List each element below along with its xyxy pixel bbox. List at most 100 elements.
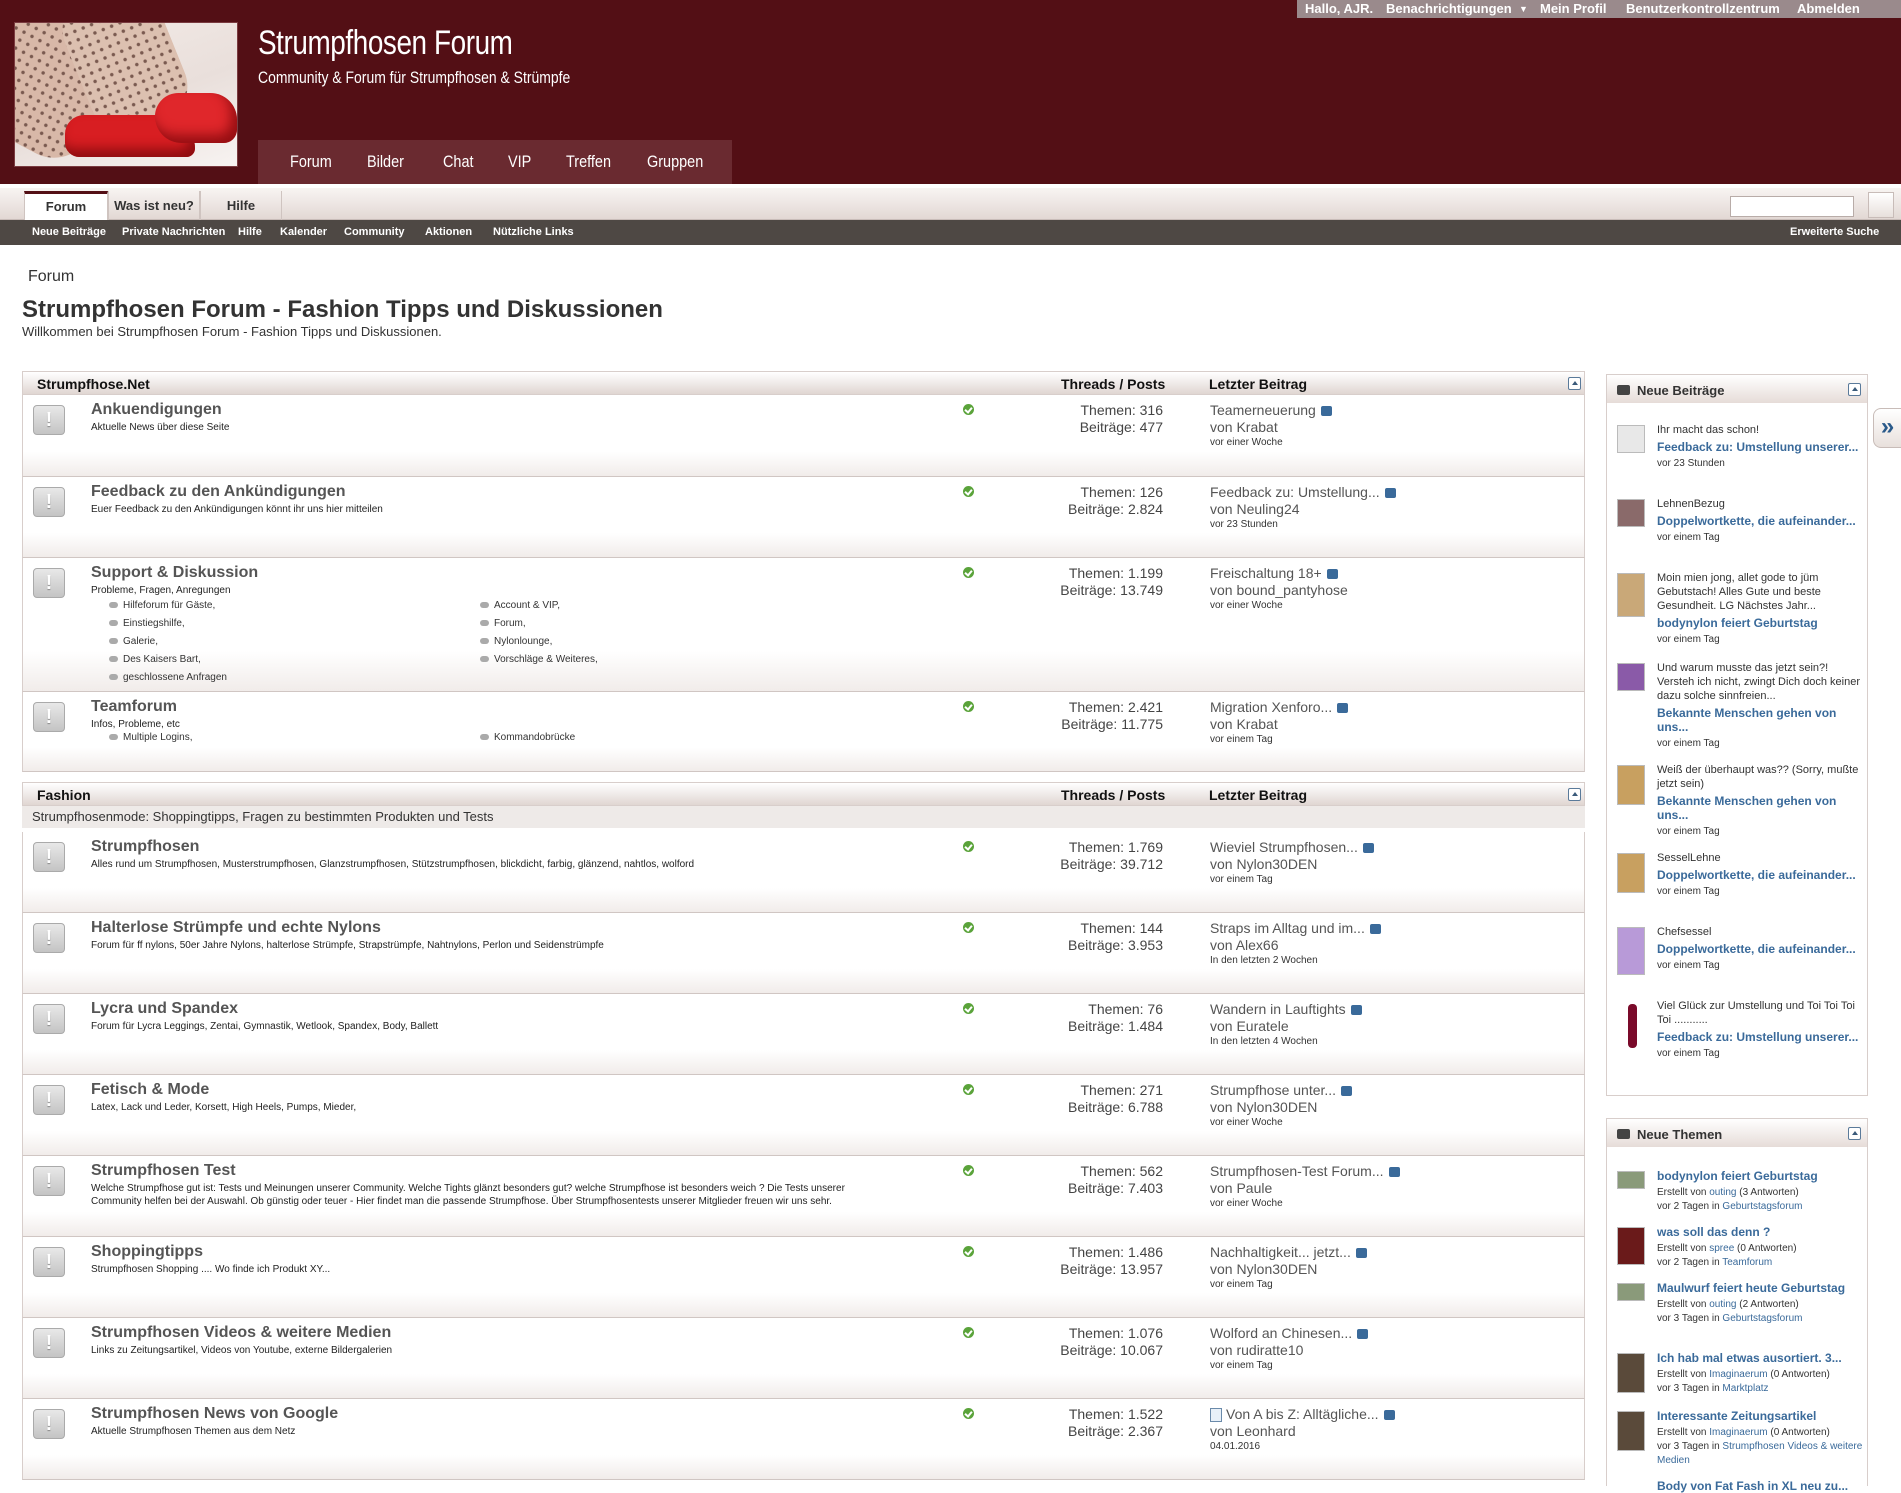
thread-author[interactable]: outing xyxy=(1709,1187,1736,1198)
subforum-link[interactable]: Des Kaisers Bart, xyxy=(109,654,201,665)
last-post-link[interactable]: Von A bis Z: Alltägliche... xyxy=(1226,1406,1379,1422)
site-logo[interactable] xyxy=(14,22,238,167)
forum-title[interactable]: Strumpfhosen News von Google xyxy=(91,1405,338,1423)
avatar[interactable] xyxy=(1617,573,1645,617)
forum-title[interactable]: Fetisch & Mode xyxy=(91,1081,209,1099)
thread-link[interactable]: Doppelwortkette, die aufeinander... xyxy=(1657,942,1865,956)
thread-author[interactable]: Imaginaerum xyxy=(1709,1427,1767,1438)
last-post-author[interactable]: von Euratele xyxy=(1210,1018,1289,1034)
jump-to-post-icon[interactable] xyxy=(1341,1086,1353,1097)
last-post-link[interactable]: Straps im Alltag und im... xyxy=(1210,920,1365,936)
subforum-link[interactable]: Vorschläge & Weiteres, xyxy=(480,654,598,665)
advanced-search-link[interactable]: Erweiterte Suche xyxy=(1790,226,1879,238)
thread-forum[interactable]: Geburtstagsforum xyxy=(1722,1201,1802,1212)
collapse-icon[interactable] xyxy=(1568,788,1581,801)
forum-title[interactable]: Strumpfhosen Test xyxy=(91,1162,236,1180)
avatar[interactable] xyxy=(1617,425,1645,453)
last-post-author[interactable]: von Neuling24 xyxy=(1210,501,1300,517)
avatar[interactable] xyxy=(1617,663,1645,691)
control-panel-link[interactable]: Benutzerkontrollzentrum xyxy=(1626,1,1780,16)
avatar[interactable] xyxy=(1617,765,1645,805)
avatar[interactable] xyxy=(1617,499,1645,527)
avatar[interactable] xyxy=(1617,1001,1645,1049)
avatar[interactable] xyxy=(1617,1227,1645,1265)
thread-link[interactable]: bodynylon feiert Geburtstag xyxy=(1657,616,1865,630)
jump-to-post-icon[interactable] xyxy=(1388,1167,1400,1178)
thread-link[interactable]: Bekannte Menschen gehen von uns... xyxy=(1657,706,1865,734)
thread-link[interactable]: was soll das denn ? xyxy=(1657,1225,1865,1239)
thread-author[interactable]: Imaginaerum xyxy=(1709,1369,1767,1380)
jump-to-post-icon[interactable] xyxy=(1362,843,1374,854)
site-title[interactable]: Strumpfhosen Forum xyxy=(258,24,513,63)
category-name[interactable]: Fashion xyxy=(37,787,91,803)
thread-link[interactable]: Doppelwortkette, die aufeinander... xyxy=(1657,514,1865,528)
subforum-link[interactable]: Hilfeforum für Gäste, xyxy=(109,600,215,611)
subnav-useful-links[interactable]: Nützliche Links xyxy=(493,226,574,238)
subforum-link[interactable]: Nylonlounge, xyxy=(480,636,552,647)
forum-title[interactable]: Teamforum xyxy=(91,698,177,716)
forum-title[interactable]: Shoppingtipps xyxy=(91,1243,203,1261)
avatar[interactable] xyxy=(1617,1411,1645,1451)
forum-title[interactable]: Halterlose Strümpfe und echte Nylons xyxy=(91,919,381,937)
subnav-new-posts[interactable]: Neue Beiträge xyxy=(32,226,106,238)
profile-link[interactable]: Mein Profil xyxy=(1540,1,1606,16)
subforum-link[interactable]: geschlossene Anfragen xyxy=(109,672,227,683)
subnav-calendar[interactable]: Kalender xyxy=(280,226,327,238)
thread-forum[interactable]: Teamforum xyxy=(1722,1257,1772,1268)
last-post-author[interactable]: von rudiratte10 xyxy=(1210,1342,1303,1358)
topnav-chat[interactable]: Chat xyxy=(443,152,474,172)
last-post-link[interactable]: Feedback zu: Umstellung... xyxy=(1210,484,1380,500)
avatar[interactable] xyxy=(1617,927,1645,975)
subforum-link[interactable]: Einstiegshilfe, xyxy=(109,618,185,629)
avatar[interactable] xyxy=(1617,1171,1645,1189)
last-post-link[interactable]: Freischaltung 18+ xyxy=(1210,565,1322,581)
forum-title[interactable]: Feedback zu den Ankündigungen xyxy=(91,483,346,501)
subforum-link[interactable]: Forum, xyxy=(480,618,526,629)
last-post-author[interactable]: von Nylon30DEN xyxy=(1210,856,1317,872)
search-input[interactable] xyxy=(1730,196,1854,217)
topnav-gruppen[interactable]: Gruppen xyxy=(647,152,703,172)
jump-to-post-icon[interactable] xyxy=(1326,569,1338,580)
thread-link[interactable]: bodynylon feiert Geburtstag xyxy=(1657,1169,1865,1183)
last-post-link[interactable]: Strumpfhosen-Test Forum... xyxy=(1210,1163,1384,1179)
last-post-link[interactable]: Teamerneuerung xyxy=(1210,402,1316,418)
breadcrumb[interactable]: Forum xyxy=(28,268,74,286)
jump-to-post-icon[interactable] xyxy=(1383,1410,1395,1421)
jump-to-post-icon[interactable] xyxy=(1350,1005,1362,1016)
category-name[interactable]: Strumpfhose.Net xyxy=(37,376,150,392)
last-post-author[interactable]: von bound_pantyhose xyxy=(1210,582,1348,598)
subforum-link[interactable]: Kommandobrücke xyxy=(480,732,575,743)
last-post-link[interactable]: Nachhaltigkeit... jetzt... xyxy=(1210,1244,1351,1260)
last-post-link[interactable]: Strumpfhose unter... xyxy=(1210,1082,1336,1098)
jump-to-post-icon[interactable] xyxy=(1384,488,1396,499)
search-button[interactable] xyxy=(1868,192,1894,218)
forum-title[interactable]: Lycra und Spandex xyxy=(91,1000,238,1018)
notifications-link[interactable]: Benachrichtigungen xyxy=(1386,1,1512,16)
subforum-link[interactable]: Account & VIP, xyxy=(480,600,560,611)
avatar[interactable] xyxy=(1617,1353,1645,1393)
thread-author[interactable]: outing xyxy=(1709,1299,1736,1310)
last-post-link[interactable]: Wieviel Strumpfhosen... xyxy=(1210,839,1358,855)
double-chevron-right-icon[interactable]: » xyxy=(1873,408,1901,448)
jump-to-post-icon[interactable] xyxy=(1369,924,1381,935)
forum-title[interactable]: Ankuendigungen xyxy=(91,401,222,419)
last-post-author[interactable]: von Krabat xyxy=(1210,716,1278,732)
subnav-community[interactable]: Community xyxy=(344,226,405,238)
subnav-actions[interactable]: Aktionen xyxy=(425,226,472,238)
subforum-link[interactable]: Multiple Logins, xyxy=(109,732,192,743)
collapse-icon[interactable] xyxy=(1848,1127,1861,1140)
jump-to-post-icon[interactable] xyxy=(1320,406,1332,417)
topnav-vip[interactable]: VIP xyxy=(508,152,531,172)
thread-link[interactable]: Bekannte Menschen gehen von uns... xyxy=(1657,794,1865,822)
thread-forum[interactable]: Geburtstagsforum xyxy=(1722,1313,1802,1324)
topnav-treffen[interactable]: Treffen xyxy=(566,152,611,172)
avatar[interactable] xyxy=(1617,853,1645,893)
jump-to-post-icon[interactable] xyxy=(1357,1329,1369,1340)
logout-link[interactable]: Abmelden xyxy=(1797,1,1860,16)
last-post-author[interactable]: von Nylon30DEN xyxy=(1210,1261,1317,1277)
tab-forum[interactable]: Forum xyxy=(24,191,108,220)
collapse-icon[interactable] xyxy=(1568,377,1581,390)
thread-link[interactable]: Ich hab mal etwas ausortiert. 3... xyxy=(1657,1351,1865,1365)
forum-title[interactable]: Support & Diskussion xyxy=(91,564,258,582)
thread-link[interactable]: Interessante Zeitungsartikel xyxy=(1657,1409,1865,1423)
